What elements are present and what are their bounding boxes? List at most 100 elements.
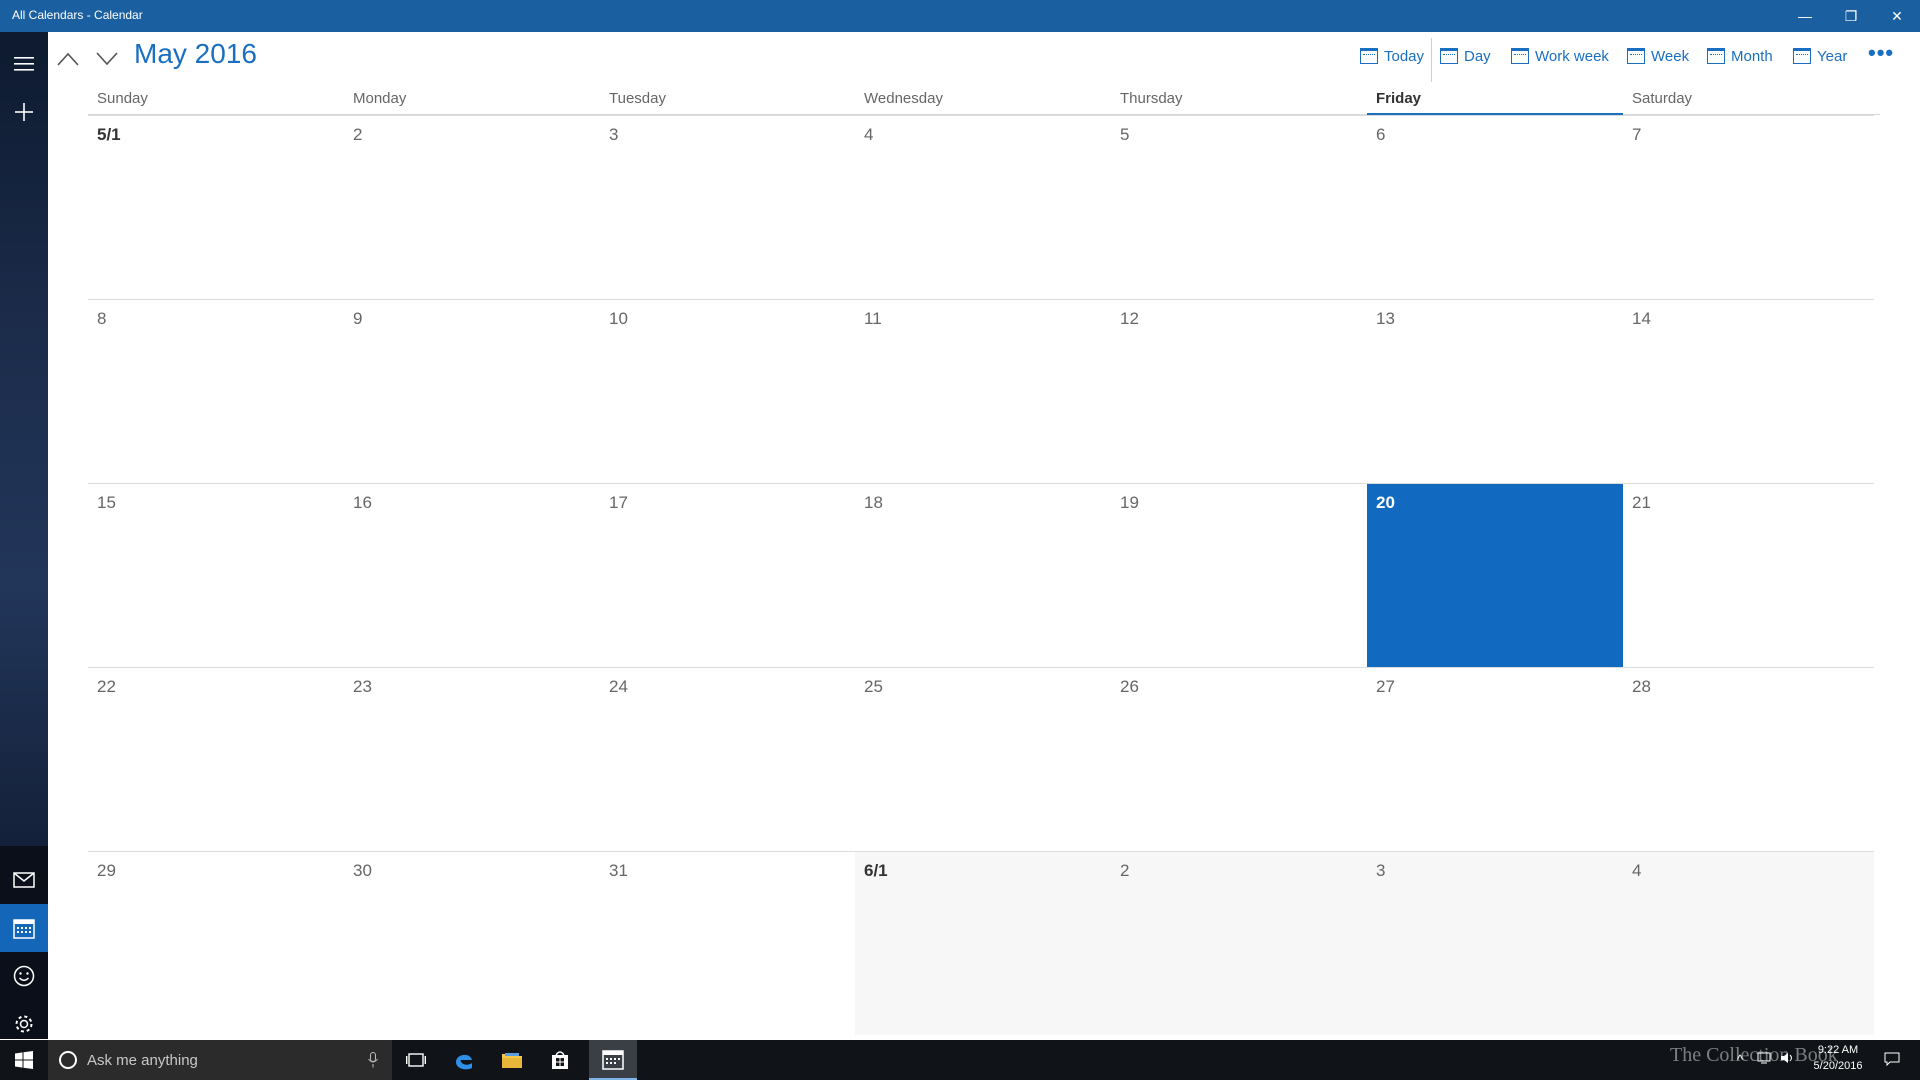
left-rail (0, 32, 48, 1039)
day-number: 8 (97, 309, 107, 328)
day-cell[interactable]: 29 (88, 851, 344, 1035)
feedback-button[interactable] (0, 952, 48, 1000)
day-number: 30 (353, 861, 372, 880)
day-cell[interactable]: 20 (1367, 483, 1623, 667)
day-cell[interactable]: 31 (600, 851, 855, 1035)
day-cell[interactable]: 2 (344, 115, 600, 299)
day-cell[interactable]: 10 (600, 299, 855, 483)
maximize-button[interactable]: ❐ (1828, 0, 1874, 32)
day-number: 22 (97, 677, 116, 696)
day-cell[interactable]: 25 (855, 667, 1111, 851)
mail-button[interactable] (0, 856, 48, 904)
day-cell[interactable]: 11 (855, 299, 1111, 483)
cortana-search-box[interactable]: Ask me anything (48, 1040, 392, 1080)
work-week-label: Work week (1535, 47, 1609, 65)
day-number: 29 (97, 861, 116, 880)
day-cell[interactable]: 9 (344, 299, 600, 483)
file-explorer-taskbar-button[interactable] (488, 1040, 536, 1080)
day-cell[interactable]: 27 (1367, 667, 1623, 851)
task-view-button[interactable] (392, 1040, 440, 1080)
day-cell[interactable]: 24 (600, 667, 855, 851)
previous-month-button[interactable] (53, 44, 83, 74)
day-cell[interactable]: 22 (88, 667, 344, 851)
microphone-icon[interactable] (368, 1052, 378, 1073)
day-cell[interactable]: 21 (1623, 483, 1874, 667)
day-cell[interactable]: 14 (1623, 299, 1874, 483)
day-number: 4 (864, 125, 874, 144)
day-cell[interactable]: 8 (88, 299, 344, 483)
edge-taskbar-button[interactable] (440, 1040, 488, 1080)
weekday-header-thursday: Thursday (1120, 90, 1183, 107)
day-number: 31 (609, 861, 628, 880)
day-view-icon (1440, 48, 1458, 64)
store-taskbar-button[interactable] (536, 1040, 584, 1080)
day-view-button[interactable]: Day (1440, 44, 1491, 68)
calendar-app-button[interactable] (0, 904, 48, 952)
week-view-icon (1627, 48, 1645, 64)
day-number: 3 (1376, 861, 1386, 880)
day-cell[interactable]: 15 (88, 483, 344, 667)
day-cell[interactable]: 16 (344, 483, 600, 667)
minimize-button[interactable]: — (1782, 0, 1828, 32)
hamburger-icon (14, 57, 34, 71)
day-number: 25 (864, 677, 883, 696)
day-cell[interactable]: 13 (1367, 299, 1623, 483)
day-cell[interactable]: 6 (1367, 115, 1623, 299)
day-cell[interactable]: 4 (1623, 851, 1874, 1035)
weekday-header-saturday: Saturday (1632, 90, 1693, 107)
minimize-icon: — (1798, 8, 1812, 24)
day-number: 18 (864, 493, 883, 512)
day-cell[interactable]: 23 (344, 667, 600, 851)
day-cell[interactable]: 18 (855, 483, 1111, 667)
day-number: 16 (353, 493, 372, 512)
day-number: 7 (1632, 125, 1642, 144)
day-number: 5/1 (97, 125, 121, 144)
day-cell[interactable]: 2 (1111, 851, 1367, 1035)
day-cell[interactable]: 19 (1111, 483, 1367, 667)
day-cell[interactable]: 3 (600, 115, 855, 299)
volume-icon[interactable] (1780, 1052, 1796, 1067)
network-icon[interactable] (1757, 1052, 1771, 1067)
windows-logo-icon (15, 1051, 33, 1069)
week-view-button[interactable]: Week (1627, 44, 1689, 68)
day-number: 19 (1120, 493, 1139, 512)
day-cell[interactable]: 30 (344, 851, 600, 1035)
action-center-icon[interactable] (1884, 1052, 1900, 1069)
day-cell[interactable]: 12 (1111, 299, 1367, 483)
day-number: 12 (1120, 309, 1139, 328)
day-number: 9 (353, 309, 363, 328)
close-button[interactable]: ✕ (1874, 0, 1920, 32)
new-event-button[interactable] (0, 88, 48, 136)
day-number: 2 (1120, 861, 1130, 880)
day-cell[interactable]: 4 (855, 115, 1111, 299)
calendar-taskbar-button[interactable] (589, 1040, 637, 1080)
day-cell[interactable]: 6/1 (855, 851, 1111, 1035)
month-grid: 5/1 2 3 4 5 6 7 8 9 10 11 12 13 14 15 16 17 18 19 20 21 22 23 2… (88, 115, 1880, 1035)
weekday-header-sunday: Sunday (97, 90, 148, 107)
hamburger-menu-button[interactable] (0, 40, 48, 88)
day-number: 11 (864, 309, 882, 328)
month-view-button[interactable]: Month (1707, 44, 1773, 68)
day-cell[interactable]: 28 (1623, 667, 1874, 851)
mail-icon (13, 872, 35, 888)
today-button[interactable]: Today (1360, 44, 1424, 68)
year-view-label: Year (1817, 47, 1848, 65)
weekday-header-monday: Monday (353, 90, 407, 107)
clock[interactable]: 9:22 AM 5/20/2016 (1808, 1042, 1868, 1074)
start-button[interactable] (0, 1040, 48, 1080)
day-number: 4 (1632, 861, 1642, 880)
day-cell[interactable]: 3 (1367, 851, 1623, 1035)
day-cell[interactable]: 26 (1111, 667, 1367, 851)
day-cell[interactable]: 5 (1111, 115, 1367, 299)
day-cell[interactable]: 7 (1623, 115, 1874, 299)
window-title: All Calendars - Calendar (12, 8, 143, 22)
more-options-button[interactable]: ••• (1868, 40, 1894, 66)
year-view-button[interactable]: Year (1793, 44, 1847, 68)
day-cell[interactable]: 5/1 (88, 115, 344, 299)
store-icon (552, 1051, 568, 1069)
show-hidden-icons-chevron-icon[interactable]: ^ (1737, 1052, 1743, 1067)
next-month-button[interactable] (92, 44, 122, 74)
work-week-view-button[interactable]: Work week (1511, 44, 1609, 68)
day-cell[interactable]: 17 (600, 483, 855, 667)
month-title[interactable]: May 2016 (134, 38, 257, 70)
